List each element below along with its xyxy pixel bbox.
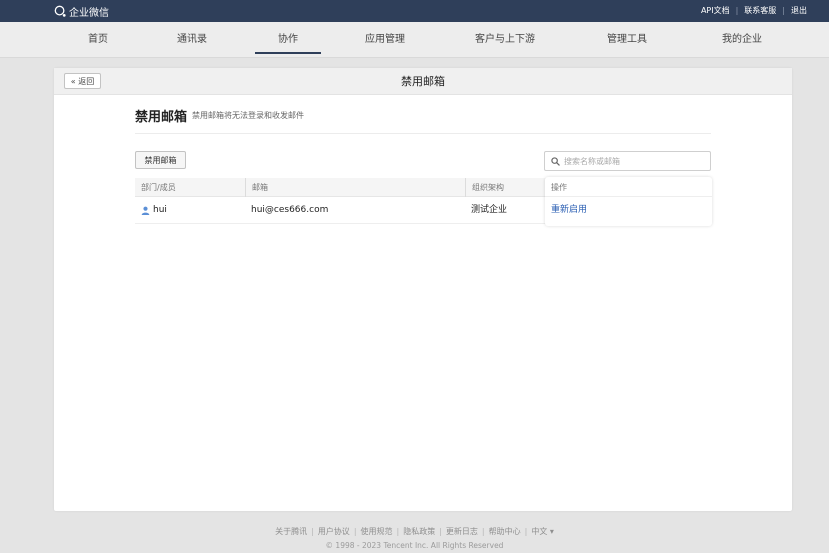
user-icon <box>141 206 150 215</box>
divider <box>135 133 711 134</box>
back-button[interactable]: « 返回 <box>64 73 101 89</box>
nav-admin-tools[interactable]: 管理工具 <box>587 22 667 58</box>
search-icon <box>551 156 560 166</box>
api-docs-link[interactable]: API文档 <box>701 5 730 16</box>
action-column: 操作 重新启用 <box>545 177 712 226</box>
footer-usage-link[interactable]: 使用规范 <box>361 527 393 536</box>
member-name: hui <box>153 205 167 215</box>
nav-home[interactable]: 首页 <box>58 22 138 58</box>
nav-app-management[interactable]: 应用管理 <box>345 22 425 58</box>
footer-privacy-link[interactable]: 隐私政策 <box>403 527 435 536</box>
main-panel: 禁用邮箱 « 返回 禁用邮箱 禁用邮箱将无法登录和收发邮件 禁用邮箱 部门/成员… <box>54 68 792 511</box>
search-box[interactable] <box>544 151 711 171</box>
disable-mailbox-button[interactable]: 禁用邮箱 <box>135 151 186 169</box>
logout-link[interactable]: 退出 <box>791 5 807 16</box>
copyright: © 1998 - 2023 Tencent Inc. All Rights Re… <box>325 541 504 550</box>
footer-help-link[interactable]: 帮助中心 <box>489 527 521 536</box>
nav-collaboration[interactable]: 协作 <box>248 22 328 58</box>
top-bar: 企业微信 API文档 | 联系客服 | 退出 <box>0 0 829 22</box>
logo[interactable]: 企业微信 <box>54 4 109 19</box>
nav-contacts[interactable]: 通讯录 <box>152 22 232 58</box>
logo-text: 企业微信 <box>69 7 109 19</box>
separator: | <box>439 527 442 536</box>
column-header-email: 邮箱 <box>245 178 465 197</box>
email-cell: hui@ces666.com <box>251 205 329 215</box>
panel-header: 禁用邮箱 « 返回 <box>54 68 792 95</box>
section-description: 禁用邮箱将无法登录和收发邮件 <box>192 111 304 120</box>
member-cell: hui <box>135 197 245 224</box>
wecom-logo-icon <box>54 5 66 17</box>
search-input[interactable] <box>564 156 704 166</box>
footer-links: 关于腾讯 | 用户协议 | 使用规范 | 隐私政策 | 更新日志 | 帮助中心 | 中文 ▾ <box>0 526 829 537</box>
separator: | <box>524 527 528 536</box>
separator: | <box>353 527 357 536</box>
nav-customers[interactable]: 客户与上下游 <box>465 22 545 58</box>
separator: | <box>311 527 314 536</box>
top-links: API文档 | 联系客服 | 退出 <box>701 5 807 16</box>
main-nav: 首页 通讯录 协作 应用管理 客户与上下游 管理工具 我的企业 <box>0 22 829 58</box>
footer-changelog-link[interactable]: 更新日志 <box>446 527 478 536</box>
page-title: 禁用邮箱 <box>401 75 445 88</box>
contact-support-link[interactable]: 联系客服 <box>744 5 776 16</box>
column-header-action: 操作 <box>545 178 712 197</box>
footer-about-link[interactable]: 关于腾讯 <box>275 527 307 536</box>
column-header-member: 部门/成员 <box>141 183 176 192</box>
separator: | <box>481 527 485 536</box>
separator: | <box>782 6 785 15</box>
nav-my-company[interactable]: 我的企业 <box>702 22 782 58</box>
language-selector[interactable]: 中文 ▾ <box>531 527 554 536</box>
footer-terms-link[interactable]: 用户协议 <box>318 527 350 536</box>
section-title: 禁用邮箱 <box>135 110 188 125</box>
separator: | <box>735 6 739 15</box>
separator: | <box>396 527 400 536</box>
re-enable-link[interactable]: 重新启用 <box>551 197 587 224</box>
